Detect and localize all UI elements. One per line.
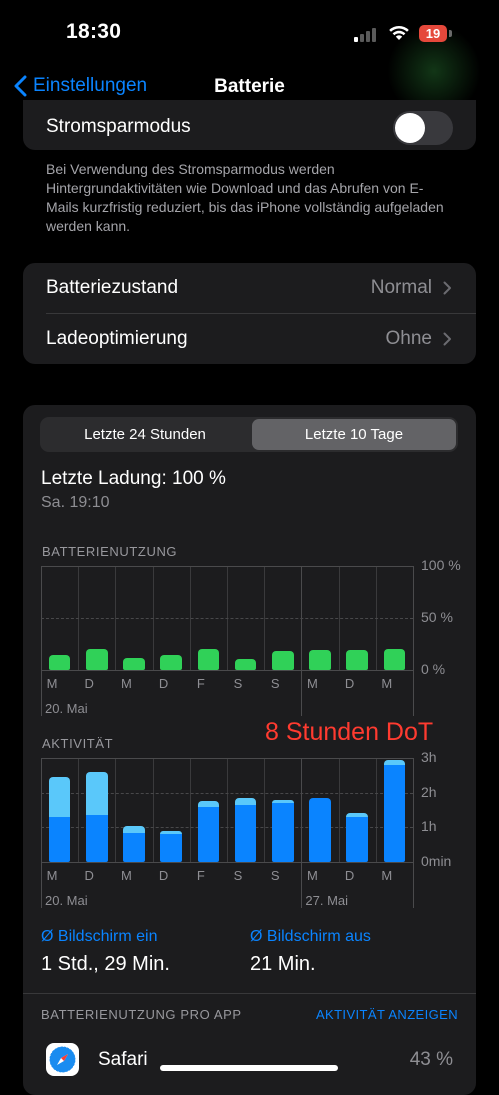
app-row-safari[interactable]: Safari 43 % [23, 1040, 476, 1080]
charge-optimization-label: Ladeoptimierung [46, 328, 188, 349]
battery-health-value: Normal [370, 277, 432, 298]
time-range-segmented-control: Letzte 24 Stunden Letzte 10 Tage [40, 417, 458, 452]
app-name: Safari [98, 1049, 148, 1070]
low-power-footer: Bei Verwendung des Stromsparmodus werden… [46, 161, 444, 234]
toggle-knob [395, 113, 425, 143]
last-charge-time: Sa. 19:10 [41, 494, 110, 511]
chevron-right-icon [443, 332, 451, 346]
chevron-right-icon [443, 281, 451, 295]
avg-screen-on-label: Ø Bildschirm ein [41, 928, 158, 945]
app-percent: 43 % [409, 1049, 453, 1070]
charge-optimization-value: Ohne [385, 328, 432, 349]
safari-icon [46, 1043, 79, 1076]
wifi-icon [389, 25, 409, 40]
page-title-text: Batterie [214, 76, 285, 97]
status-time: 18:30 [66, 20, 122, 43]
per-app-title: BATTERIENUTZUNG PRO APP [41, 1007, 242, 1022]
show-activity-button[interactable]: AKTIVITÄT ANZEIGEN [316, 1007, 458, 1022]
battery-health-group: Batteriezustand Normal Ladeoptimierung O… [23, 263, 476, 364]
battery-cap-icon [449, 30, 452, 37]
last-charge-label: Letzte Ladung: 100 % [41, 468, 226, 489]
section-divider [23, 993, 476, 994]
cellular-signal-icon [354, 26, 380, 42]
charge-optimization-row[interactable]: Ladeoptimierung Ohne [23, 314, 476, 364]
battery-usage-title: BATTERIENUTZUNG [42, 544, 178, 559]
annotation-text: 8 Stunden DoT [265, 718, 434, 746]
battery-health-label: Batteriezustand [46, 277, 179, 298]
home-indicator [160, 1065, 338, 1071]
tab-last-10-days[interactable]: Letzte 10 Tage [252, 419, 456, 450]
tab-last-24-hours[interactable]: Letzte 24 Stunden [42, 419, 248, 450]
low-power-label: Stromsparmodus [46, 116, 191, 137]
low-power-group: Stromsparmodus [23, 100, 476, 150]
low-power-toggle[interactable] [393, 111, 453, 145]
battery-icon: 19 [419, 25, 447, 42]
avg-screen-off-value: 21 Min. [250, 953, 316, 975]
avg-screen-off-label: Ø Bildschirm aus [250, 928, 371, 945]
avg-screen-on-value: 1 Std., 29 Min. [41, 953, 170, 975]
activity-title: AKTIVITÄT [42, 736, 114, 751]
battery-health-row[interactable]: Batteriezustand Normal [23, 263, 476, 313]
page-title: Batterie [0, 76, 499, 98]
